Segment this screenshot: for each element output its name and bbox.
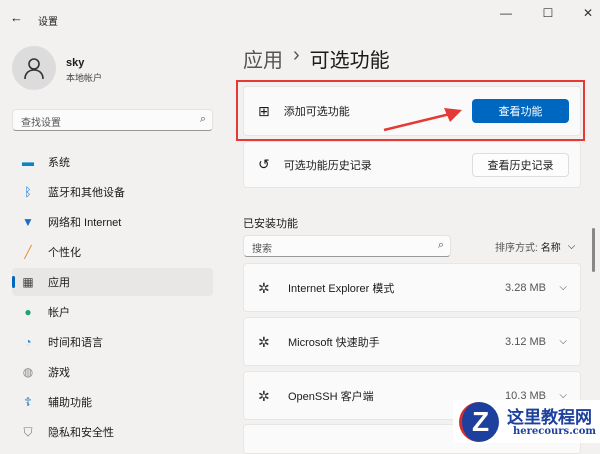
sidebar-item-label: 网络和 Internet (48, 217, 122, 229)
sidebar-item-network[interactable]: ▼ 网络和 Internet (12, 208, 213, 236)
maximize-button[interactable]: ☐ (538, 6, 558, 22)
sidebar-item-privacy[interactable]: ⛉ 隐私和安全性 (12, 418, 213, 446)
watermark: Z 这里教程网 herecours.com (453, 400, 600, 443)
sidebar-item-system[interactable]: ▬ 系统 (12, 148, 213, 176)
sort-label: 排序方式: (495, 243, 538, 254)
sidebar-item-label: 隐私和安全性 (48, 427, 114, 439)
sidebar-item-label: 辅助功能 (48, 397, 92, 409)
watermark-url: herecours.com (513, 426, 597, 437)
feature-row[interactable]: ✲ Internet Explorer 模式 3.28 MB ⌵ (243, 263, 581, 312)
search-icon[interactable]: ⌕ (438, 239, 444, 252)
clock-globe-icon: ◔ (24, 335, 32, 349)
page-title: 可选功能 (309, 50, 390, 72)
title-bar: ← 设置 — ☐ ✕ (0, 0, 600, 36)
chevron-down-icon: ⌵ (567, 241, 576, 252)
sidebar-item-apps[interactable]: ▦ 应用 (12, 268, 213, 296)
window-title: 设置 (38, 17, 58, 28)
account-type: 本地帐户 (66, 73, 103, 83)
breadcrumb: 应用 › 可选功能 (243, 44, 390, 73)
feature-size: 3.12 MB (505, 335, 546, 348)
sidebar-item-label: 系统 (48, 157, 70, 169)
sidebar-item-label: 游戏 (48, 367, 70, 379)
sidebar-item-gaming[interactable]: ◍ 游戏 (12, 358, 213, 386)
scrollbar-thumb[interactable] (592, 228, 595, 272)
settings-search-input[interactable]: 查找设置 ⌕ (12, 109, 213, 131)
breadcrumb-separator: › (293, 44, 300, 66)
watermark-title: 这里教程网 (507, 408, 592, 428)
sort-value: 名称 (540, 243, 561, 254)
chevron-down-icon[interactable]: ⌵ (559, 336, 567, 347)
gamepad-icon: ◍ (22, 365, 34, 379)
chevron-down-icon[interactable]: ⌵ (559, 282, 567, 293)
close-button[interactable]: ✕ (578, 6, 598, 22)
breadcrumb-parent[interactable]: 应用 (243, 44, 283, 73)
shield-icon: ⛉ (23, 424, 33, 439)
watermark-logo-icon: Z (459, 402, 499, 442)
apps-icon: ▦ (22, 275, 34, 289)
wifi-icon: ▼ (22, 215, 34, 229)
back-arrow-icon[interactable]: ← (10, 10, 23, 25)
history-card: ↺ 可选功能历史记录 查看历史记录 (243, 141, 581, 188)
sidebar-item-label: 应用 (48, 277, 70, 289)
sidebar-item-label: 帐户 (48, 307, 70, 319)
history-label: 可选功能历史记录 (283, 159, 372, 172)
feature-name: Internet Explorer 模式 (288, 282, 395, 295)
feature-name: OpenSSH 客户端 (288, 390, 374, 403)
installed-search-input[interactable]: 搜索 ⌕ (243, 235, 451, 257)
history-icon: ↺ (258, 156, 270, 172)
puzzle-icon: ✲ (258, 279, 270, 296)
sidebar-item-time-language[interactable]: ◔ 时间和语言 (12, 328, 213, 356)
installed-heading: 已安装功能 (243, 218, 298, 230)
sidebar-item-personalization[interactable]: ╱ 个性化 (12, 238, 213, 266)
brush-icon: ╱ (24, 245, 32, 259)
person-icon: ● (24, 305, 32, 319)
person-icon (24, 58, 44, 80)
feature-row[interactable]: ✲ Microsoft 快速助手 3.12 MB ⌵ (243, 317, 581, 366)
puzzle-icon: ✲ (258, 387, 270, 404)
minimize-button[interactable]: — (496, 6, 516, 22)
sidebar-item-accessibility[interactable]: ☦ 辅助功能 (12, 388, 213, 416)
red-arrow-annotation (383, 108, 462, 132)
avatar[interactable] (12, 46, 56, 90)
sidebar-item-label: 时间和语言 (48, 337, 103, 349)
sidebar-item-bluetooth[interactable]: ᛒ 蓝牙和其他设备 (12, 178, 213, 206)
installed-search-placeholder: 搜索 (252, 244, 272, 255)
puzzle-icon: ✲ (258, 333, 270, 350)
user-name: sky (66, 57, 85, 69)
sidebar-item-accounts[interactable]: ● 帐户 (12, 298, 213, 326)
view-history-button[interactable]: 查看历史记录 (472, 152, 569, 177)
search-placeholder: 查找设置 (21, 118, 61, 129)
feature-size: 3.28 MB (505, 281, 546, 294)
sort-dropdown[interactable]: 排序方式: 名称 ⌵ (495, 239, 575, 254)
monitor-icon: ▬ (22, 155, 34, 169)
feature-name: Microsoft 快速助手 (288, 336, 380, 349)
bluetooth-icon: ᛒ (24, 185, 32, 199)
accessibility-icon: ☦ (24, 395, 32, 409)
search-icon[interactable]: ⌕ (200, 113, 206, 126)
sidebar-item-label: 蓝牙和其他设备 (48, 187, 125, 199)
sidebar-item-label: 个性化 (48, 247, 81, 259)
